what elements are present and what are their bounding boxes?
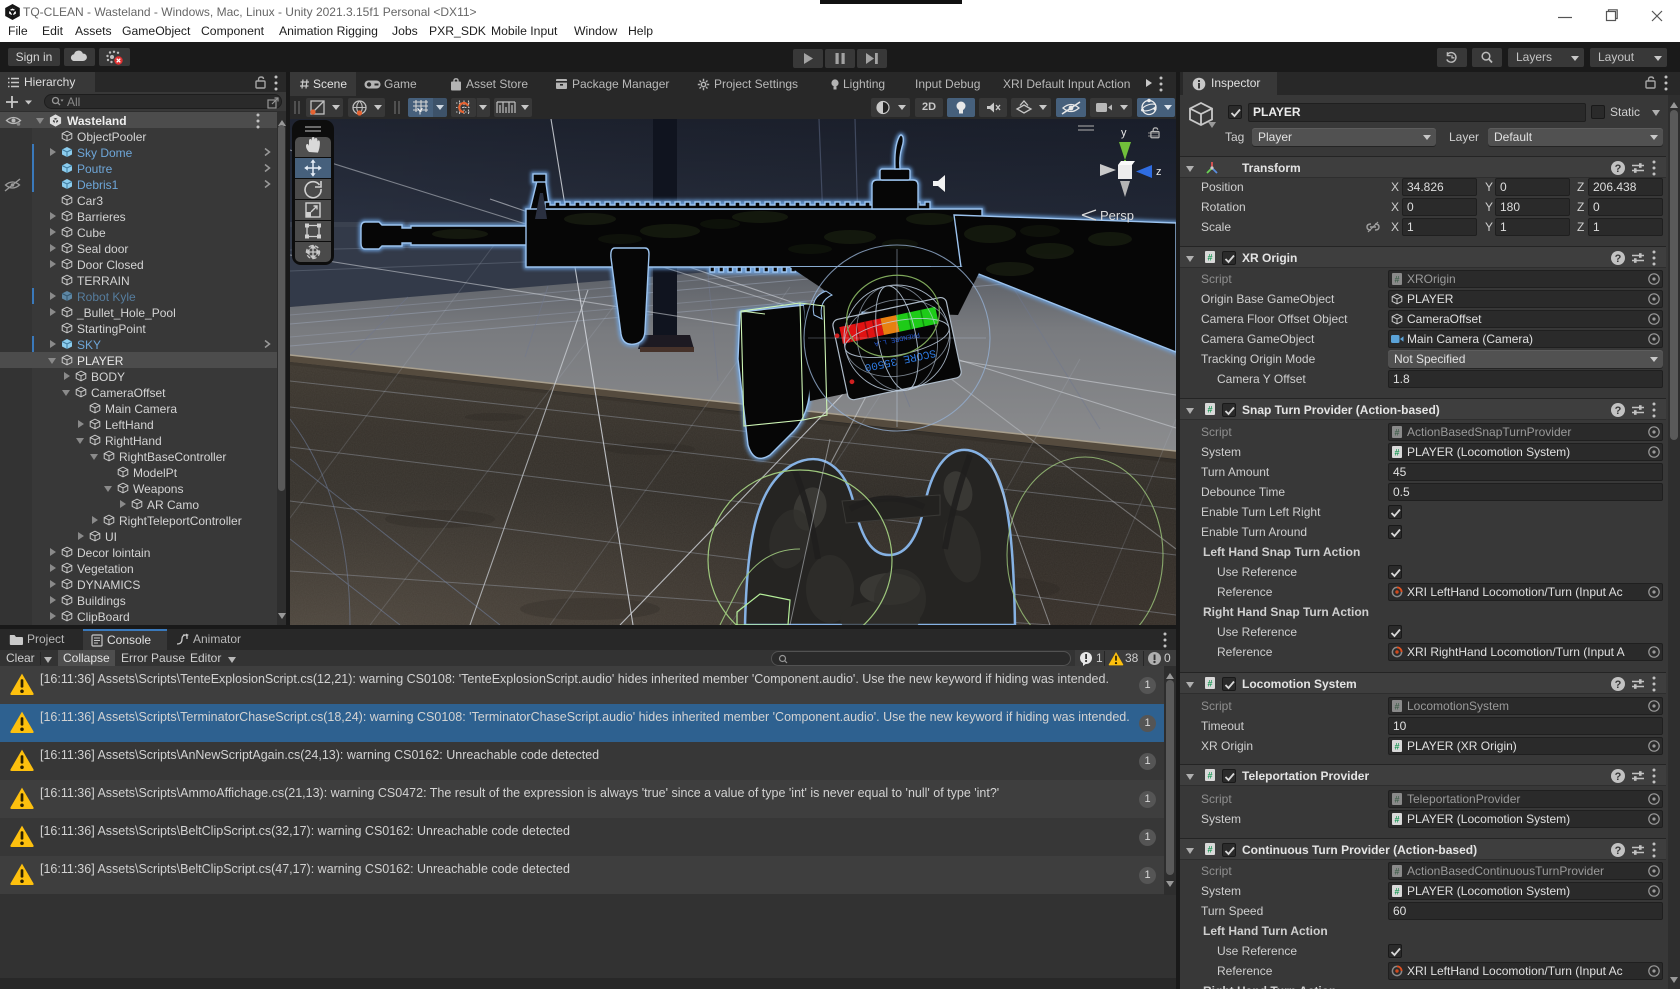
svg-text:Persp: Persp <box>1100 208 1134 223</box>
svg-text:z: z <box>1156 166 1162 178</box>
svg-text:y: y <box>1121 127 1127 139</box>
svg-text:Y: Y <box>417 107 423 117</box>
